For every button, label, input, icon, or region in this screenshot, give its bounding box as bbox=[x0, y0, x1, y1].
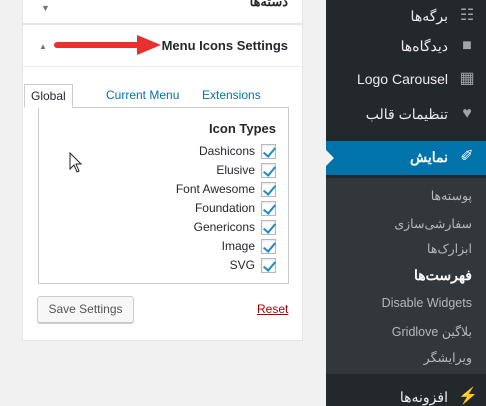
sidebar-item-label: نمایش bbox=[409, 149, 448, 165]
global-tab-panel: Icon Types Dashicons Elusive Font Awesom… bbox=[38, 107, 289, 284]
option-genericons[interactable]: Genericons bbox=[194, 218, 276, 236]
dashicons-checkbox[interactable] bbox=[261, 143, 276, 159]
submenu-item-themes[interactable]: پوسته‌ها bbox=[431, 188, 472, 203]
panel-header[interactable]: ▲ Menu Icons Settings bbox=[23, 25, 302, 67]
sidebar-item-label: برگه‌ها bbox=[410, 8, 448, 24]
collapse-toggle-icon[interactable]: ▲ bbox=[39, 42, 47, 51]
option-label: Elusive bbox=[216, 163, 255, 177]
mouse-cursor-icon bbox=[69, 152, 83, 173]
save-settings-button[interactable]: Save Settings bbox=[37, 296, 134, 323]
sidebar-item-logo-carousel[interactable]: Logo Carousel ▦ bbox=[326, 63, 486, 97]
option-label: Foundation bbox=[194, 201, 255, 215]
submenu-item-menus[interactable]: فهرست‌ها bbox=[414, 267, 472, 284]
main-content: ▼ دسته‌ها ▲ Menu Icons Settings Global C… bbox=[0, 0, 326, 406]
comments-icon: ■ bbox=[462, 37, 472, 54]
option-dashicons[interactable]: Dashicons bbox=[199, 142, 276, 160]
image-checkbox[interactable] bbox=[261, 238, 276, 254]
plugins-icon: ⚡ bbox=[458, 388, 478, 405]
option-svg[interactable]: SVG bbox=[230, 256, 276, 274]
sidebar-item-theme-settings[interactable]: تنظیمات قالب ♥ bbox=[326, 98, 486, 132]
sidebar-item-label: افزونه‌ها bbox=[399, 389, 448, 405]
sidebar-item-label: تنظیمات قالب bbox=[365, 106, 448, 122]
panel-title: Menu Icons Settings bbox=[161, 38, 288, 53]
sidebar-item-appearance[interactable]: نمایش ✐ bbox=[326, 141, 486, 175]
heart-icon: ♥ bbox=[462, 105, 472, 122]
option-elusive[interactable]: Elusive bbox=[216, 161, 276, 179]
foundation-checkbox[interactable] bbox=[261, 200, 276, 216]
previous-widget-panel[interactable]: ▼ دسته‌ها bbox=[22, 0, 303, 24]
option-label: Dashicons bbox=[198, 144, 255, 158]
gallery-icon: ▦ bbox=[459, 70, 475, 87]
sidebar-item-plugins[interactable]: افزونه‌ها ⚡ bbox=[326, 381, 486, 406]
submenu-item-customize[interactable]: سفارشی‌سازی bbox=[394, 216, 472, 231]
admin-sidebar: برگه‌ها ☷ دیدگاه‌ها ■ Logo Carousel ▦ تن… bbox=[326, 0, 486, 406]
option-label: Image bbox=[221, 239, 255, 253]
tab-extensions[interactable]: Extensions bbox=[196, 84, 267, 108]
pages-icon: ☷ bbox=[459, 7, 475, 24]
submenu-item-disable-widgets[interactable]: Disable Widgets bbox=[382, 296, 472, 310]
option-font-awesome[interactable]: Font Awesome bbox=[176, 180, 276, 198]
current-indicator bbox=[326, 150, 334, 166]
submenu-item-editor[interactable]: ویرایشگر bbox=[424, 350, 472, 365]
genericons-checkbox[interactable] bbox=[261, 219, 276, 235]
sidebar-item-comments[interactable]: دیدگاه‌ها ■ bbox=[326, 30, 486, 64]
option-foundation[interactable]: Foundation bbox=[195, 199, 276, 217]
svg-checkbox[interactable] bbox=[261, 257, 276, 273]
sidebar-item-label: Logo Carousel bbox=[356, 71, 448, 87]
annotation-arrow-icon bbox=[54, 35, 161, 55]
tab-current-menu[interactable]: Current Menu bbox=[100, 84, 185, 108]
previous-widget-title: دسته‌ها bbox=[249, 0, 288, 9]
submenu-item-widgets[interactable]: ابزارک‌ها bbox=[427, 241, 472, 256]
option-label: Font Awesome bbox=[175, 182, 255, 196]
tab-global[interactable]: Global bbox=[24, 84, 73, 108]
sidebar-item-pages[interactable]: برگه‌ها ☷ bbox=[326, 0, 486, 34]
option-label: Genericons bbox=[193, 220, 255, 234]
icon-types-heading: Icon Types bbox=[209, 121, 276, 136]
appearance-submenu: پوسته‌ها سفارشی‌سازی ابزارک‌ها فهرست‌ها … bbox=[326, 178, 486, 374]
appearance-brush-icon: ✐ bbox=[460, 148, 474, 165]
sidebar-item-label: دیدگاه‌ها bbox=[400, 38, 448, 54]
submenu-item-gridlove[interactable]: Gridlove بلاگین bbox=[392, 324, 472, 339]
option-label: SVG bbox=[229, 258, 255, 272]
option-image[interactable]: Image bbox=[222, 237, 276, 255]
collapse-arrow-icon[interactable]: ▼ bbox=[41, 3, 50, 13]
font-awesome-checkbox[interactable] bbox=[261, 181, 276, 197]
elusive-checkbox[interactable] bbox=[261, 162, 276, 178]
reset-link[interactable]: Reset bbox=[257, 302, 288, 316]
